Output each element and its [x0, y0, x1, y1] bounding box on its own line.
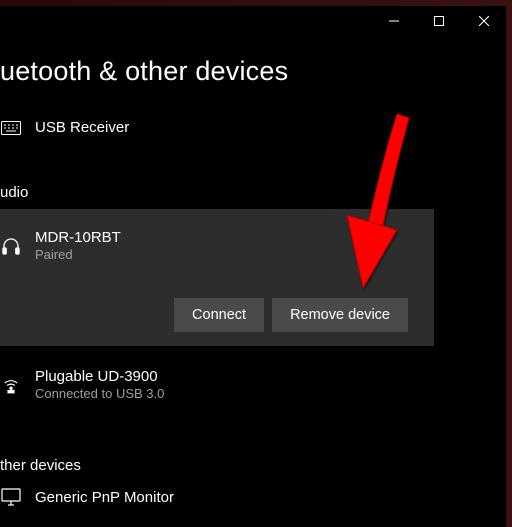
minimize-icon: [389, 16, 399, 26]
device-row-headphones[interactable]: MDR-10RBT Paired: [0, 223, 420, 268]
device-status: Connected to USB 3.0: [35, 386, 164, 401]
device-name: Plugable UD-3900: [35, 368, 164, 385]
page-title: uetooth & other devices: [0, 56, 506, 87]
device-row-dongle[interactable]: Plugable UD-3900 Connected to USB 3.0: [0, 362, 506, 407]
device-row-usb-receiver[interactable]: USB Receiver: [0, 113, 506, 142]
device-name: MDR-10RBT: [35, 229, 121, 246]
connect-button[interactable]: Connect: [174, 298, 264, 332]
minimize-button[interactable]: [371, 6, 416, 36]
maximize-icon: [434, 16, 444, 26]
device-name: Generic PnP Monitor: [35, 489, 174, 506]
device-status: Paired: [35, 247, 121, 262]
headphones-icon: [0, 236, 22, 256]
window-titlebar: [371, 6, 506, 36]
section-header-other: ther devices: [0, 457, 506, 474]
close-button[interactable]: [461, 6, 506, 36]
monitor-icon: [0, 488, 22, 506]
device-row-monitor[interactable]: Generic PnP Monitor: [0, 482, 506, 512]
close-icon: [479, 16, 489, 26]
wireless-dongle-icon: [0, 375, 22, 395]
device-card-selected: MDR-10RBT Paired Connect Remove device: [0, 209, 434, 346]
section-header-audio: udio: [0, 184, 506, 201]
remove-device-button[interactable]: Remove device: [272, 298, 408, 332]
keyboard-icon: [0, 121, 22, 135]
maximize-button[interactable]: [416, 6, 461, 36]
device-name: USB Receiver: [35, 119, 129, 136]
